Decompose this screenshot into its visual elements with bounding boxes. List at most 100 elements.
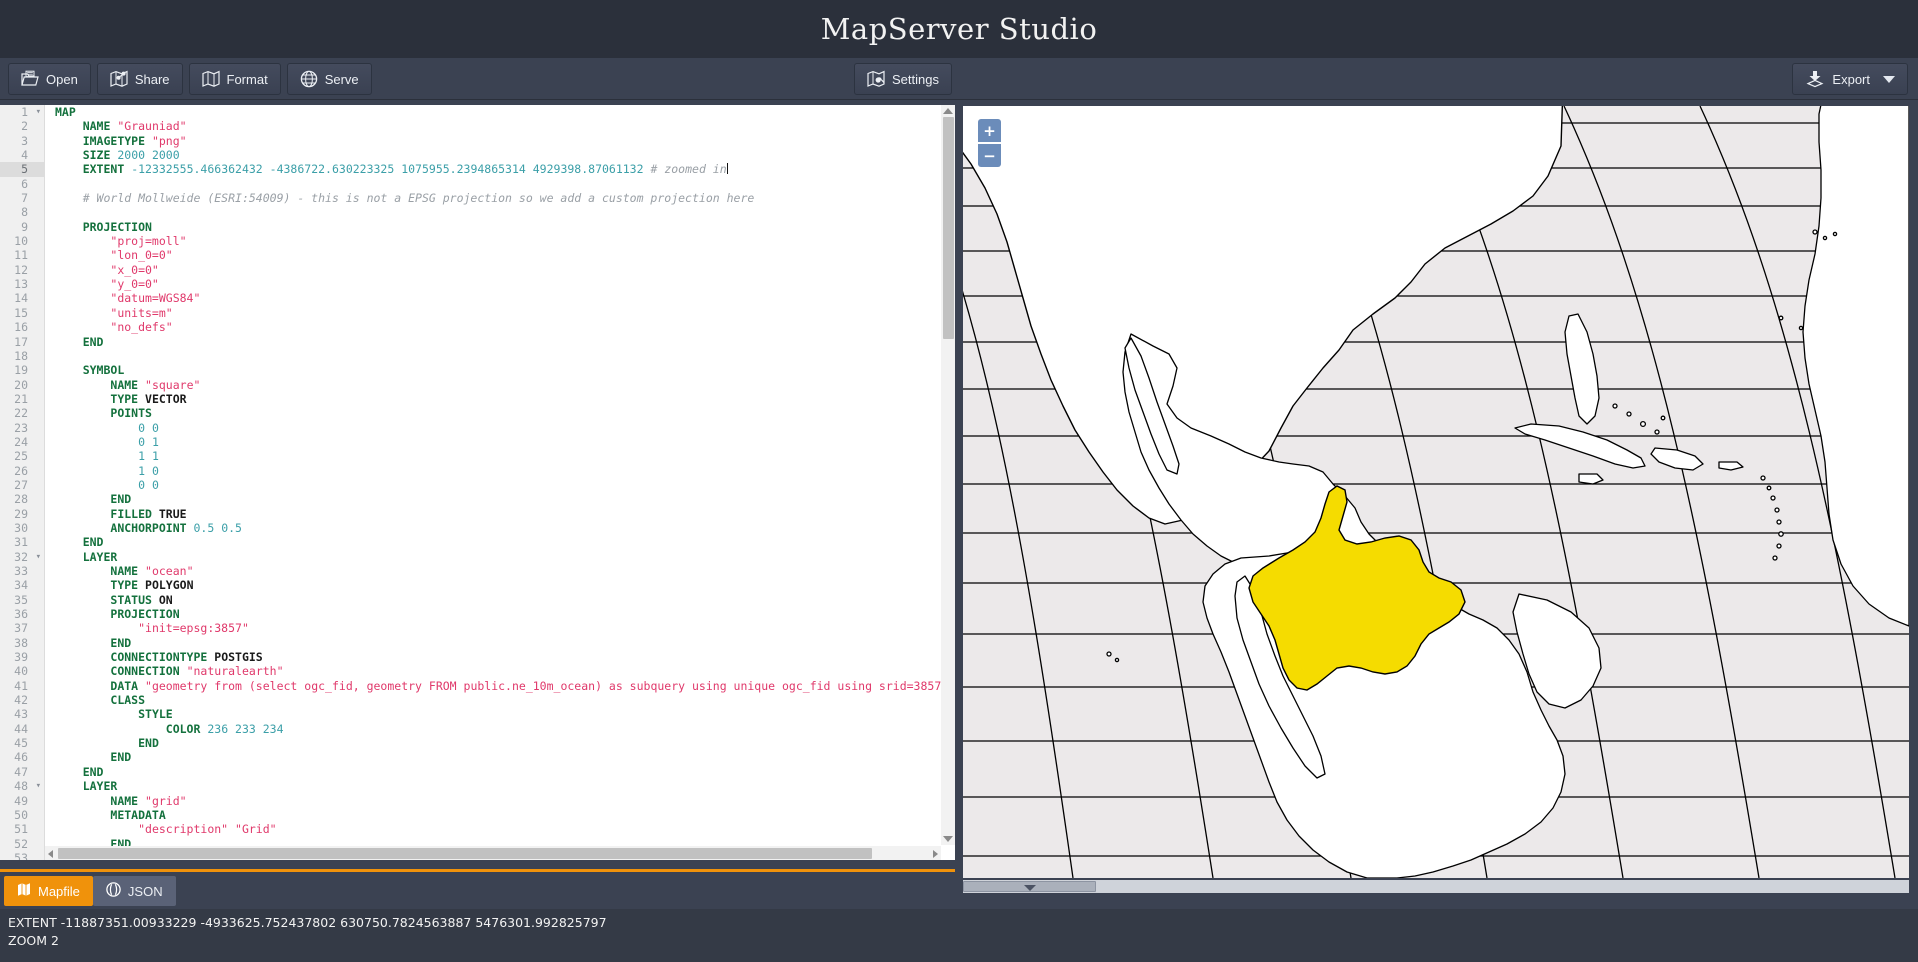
main-toolbar: Open Share [0, 58, 1918, 100]
code-line[interactable]: 1 1 [45, 449, 955, 463]
tab-json[interactable]: JSON [93, 876, 176, 906]
map-horizontal-scrollbar[interactable] [963, 880, 1909, 893]
editor-vertical-scrollbar[interactable] [941, 105, 955, 845]
code-line[interactable]: EXTENT -12332555.466362432 -4386722.6302… [45, 162, 955, 176]
editor-horizontal-scroll-thumb[interactable] [58, 848, 872, 859]
code-line[interactable]: "lon_0=0" [45, 248, 955, 262]
code-line[interactable]: END [45, 750, 955, 764]
scroll-right-arrow-icon[interactable] [933, 850, 938, 858]
map-rendering[interactable] [963, 106, 1909, 878]
code-line[interactable]: "no_defs" [45, 320, 955, 334]
code-line[interactable]: CLASS [45, 693, 955, 707]
open-folder-icon [21, 70, 39, 88]
code-line[interactable]: "description" "Grid" [45, 822, 955, 836]
code-line[interactable]: COLOR 236 233 234 [45, 722, 955, 736]
code-line[interactable]: "y_0=0" [45, 277, 955, 291]
open-button-label: Open [46, 72, 78, 87]
code-line[interactable]: END [45, 765, 955, 779]
line-number: 27 [0, 478, 44, 492]
code-line[interactable]: 0 0 [45, 421, 955, 435]
code-content[interactable]: MAP NAME "Grauniad" IMAGETYPE "png" SIZE… [45, 105, 955, 860]
code-fold-toggle-icon[interactable]: ▾ [36, 550, 41, 564]
tab-json-label: JSON [128, 884, 163, 899]
code-line[interactable] [45, 177, 955, 191]
share-button[interactable]: Share [97, 63, 183, 95]
line-number: 36 [0, 607, 44, 621]
code-line[interactable]: TYPE POLYGON [45, 578, 955, 592]
code-line[interactable]: NAME "ocean" [45, 564, 955, 578]
code-fold-toggle-icon[interactable]: ▾ [36, 779, 41, 793]
code-line[interactable]: 0 1 [45, 435, 955, 449]
line-number: 5 [0, 162, 44, 176]
code-line[interactable]: "proj=moll" [45, 234, 955, 248]
line-number: 20 [0, 378, 44, 392]
open-button[interactable]: Open [8, 63, 91, 95]
code-line[interactable]: DATA "geometry from (select ogc_fid, geo… [45, 679, 955, 693]
zoom-out-button[interactable]: − [978, 144, 1001, 167]
line-number: 37 [0, 621, 44, 635]
code-line[interactable]: PROJECTION [45, 607, 955, 621]
code-line[interactable]: ANCHORPOINT 0.5 0.5 [45, 521, 955, 535]
code-editor[interactable]: 1▾23456789101112131415161718192021222324… [0, 105, 955, 860]
code-line[interactable] [45, 205, 955, 219]
line-number: 7 [0, 191, 44, 205]
code-line[interactable]: LAYER [45, 779, 955, 793]
editor-vertical-scroll-thumb[interactable] [943, 117, 954, 339]
code-line[interactable]: CONNECTION "naturalearth" [45, 664, 955, 678]
line-number: 49 [0, 794, 44, 808]
line-number: 29 [0, 507, 44, 521]
code-line[interactable]: SYMBOL [45, 363, 955, 377]
line-number: 47 [0, 765, 44, 779]
code-line[interactable]: IMAGETYPE "png" [45, 134, 955, 148]
code-line[interactable]: MAP [45, 105, 955, 119]
status-bar: EXTENT -11887351.00933229 -4933625.75243… [0, 909, 1918, 962]
code-line[interactable]: FILLED TRUE [45, 507, 955, 521]
code-line[interactable]: "datum=WGS84" [45, 291, 955, 305]
code-line[interactable]: # World Mollweide (ESRI:54009) - this is… [45, 191, 955, 205]
title-bar: MapServer Studio [0, 0, 1918, 58]
code-line[interactable]: NAME "square" [45, 378, 955, 392]
code-line[interactable]: 1 0 [45, 464, 955, 478]
line-number: 19 [0, 363, 44, 377]
line-number: 9 [0, 220, 44, 234]
dropdown-caret-icon[interactable] [1883, 76, 1895, 83]
code-line[interactable]: NAME "Grauniad" [45, 119, 955, 133]
code-line[interactable]: POINTS [45, 406, 955, 420]
format-button[interactable]: Format [189, 63, 281, 95]
code-line[interactable]: PROJECTION [45, 220, 955, 234]
settings-button[interactable]: Settings [854, 63, 952, 95]
code-line[interactable]: "units=m" [45, 306, 955, 320]
code-line[interactable]: END [45, 535, 955, 549]
serve-button[interactable]: Serve [287, 63, 372, 95]
code-line[interactable]: END [45, 736, 955, 750]
code-line[interactable]: TYPE VECTOR [45, 392, 955, 406]
code-line[interactable]: NAME "grid" [45, 794, 955, 808]
code-line[interactable]: STATUS ON [45, 593, 955, 607]
code-line[interactable]: SIZE 2000 2000 [45, 148, 955, 162]
code-line[interactable]: CONNECTIONTYPE POSTGIS [45, 650, 955, 664]
map-canvas[interactable]: 1 + − [963, 106, 1909, 878]
tab-mapfile[interactable]: Mapfile [4, 876, 93, 906]
code-line[interactable]: METADATA [45, 808, 955, 822]
code-line[interactable] [45, 349, 955, 363]
code-fold-toggle-icon[interactable]: ▾ [36, 105, 41, 119]
code-line[interactable]: "init=epsg:3857" [45, 621, 955, 635]
code-line[interactable]: LAYER [45, 550, 955, 564]
export-button[interactable]: Export [1792, 63, 1908, 95]
line-number: 51 [0, 822, 44, 836]
scroll-down-arrow-icon[interactable] [943, 836, 953, 842]
map-horizontal-scroll-thumb[interactable] [963, 881, 1096, 892]
code-line[interactable]: STYLE [45, 707, 955, 721]
code-line[interactable]: END [45, 492, 955, 506]
scroll-left-arrow-icon[interactable] [48, 850, 53, 858]
code-line[interactable]: END [45, 335, 955, 349]
code-line[interactable]: "x_0=0" [45, 263, 955, 277]
line-number: 25 [0, 449, 44, 463]
line-number: 12 [0, 263, 44, 277]
editor-horizontal-scrollbar[interactable] [45, 846, 941, 860]
code-line[interactable]: 0 0 [45, 478, 955, 492]
code-line[interactable]: END [45, 636, 955, 650]
scroll-up-arrow-icon[interactable] [943, 108, 953, 114]
zoom-in-button[interactable]: + [978, 119, 1001, 142]
text-cursor [727, 163, 728, 174]
